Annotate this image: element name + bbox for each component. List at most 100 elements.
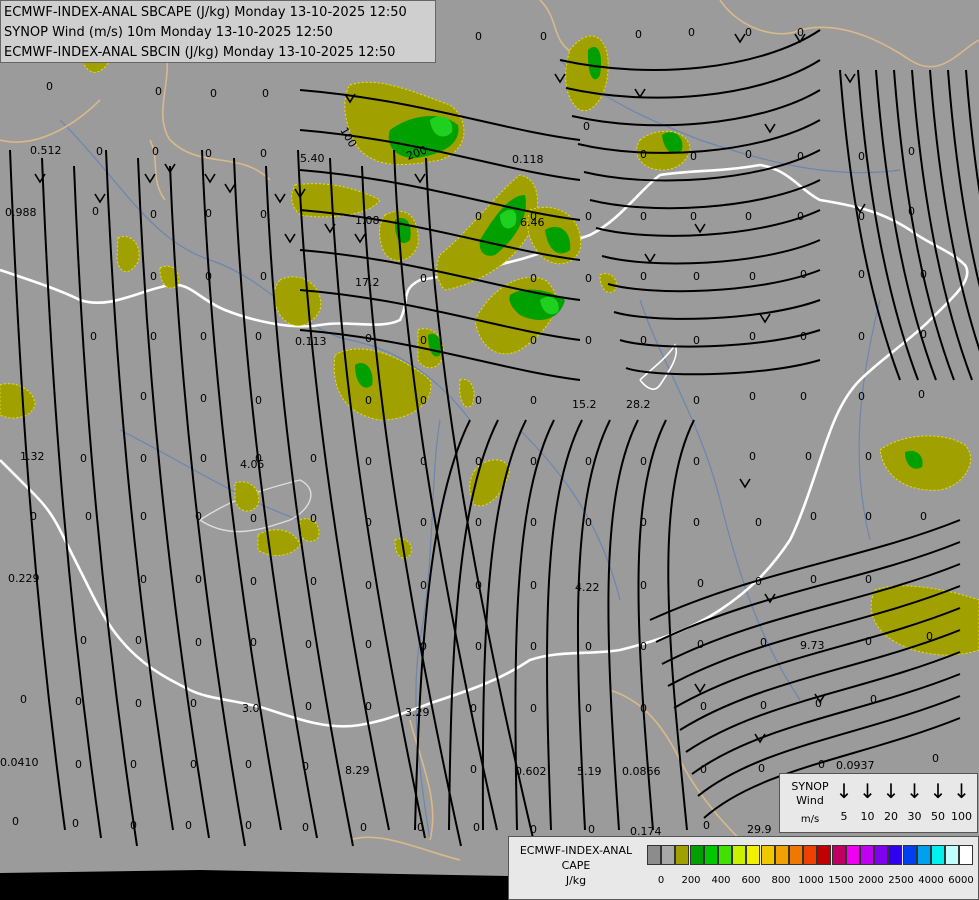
synop-legend-subtitle: Wind <box>796 794 824 807</box>
field-value-label: 0 <box>749 450 756 463</box>
field-value-label: 0 <box>640 455 647 468</box>
cape-color-swatch <box>661 845 676 865</box>
field-value-label: 0 <box>585 640 592 653</box>
cape-color-swatch <box>845 845 860 865</box>
field-value-label: 0 <box>140 452 147 465</box>
wind-speed-arrow-icon: ↓ <box>953 779 970 803</box>
cape-color-swatch <box>888 845 903 865</box>
cape-color-swatch <box>945 845 960 865</box>
field-value-label: 0 <box>200 392 207 405</box>
field-value-label: 0 <box>260 270 267 283</box>
field-value-label: 0 <box>195 636 202 649</box>
synop-legend-units: m/s <box>800 814 820 825</box>
field-value-label: 0 <box>365 638 372 651</box>
cape-color-swatch <box>860 845 874 865</box>
field-value-label: 0 <box>870 693 877 706</box>
field-value-label: 0 <box>72 817 79 830</box>
field-value-label: 0 <box>255 330 262 343</box>
field-value-label: 0 <box>760 636 767 649</box>
wind-speed-arrow-icon: ↓ <box>859 779 876 803</box>
cape-color-swatch <box>817 845 832 865</box>
field-value-label: 0 <box>858 150 865 163</box>
cape-color-swatch <box>703 845 718 865</box>
field-value-label: 0 <box>195 573 202 586</box>
field-value-label: 0 <box>530 823 537 836</box>
cape-tick-label: 800 <box>771 875 791 886</box>
field-value-label: 0 <box>585 455 592 468</box>
field-value-label: 0 <box>250 636 257 649</box>
field-value-label: 0 <box>700 700 707 713</box>
cape-color-swatch <box>874 845 889 865</box>
field-value-label: 0 <box>920 510 927 523</box>
field-value-label: 0 <box>530 702 537 715</box>
field-value-label: 0 <box>130 758 137 771</box>
cape-legend-source: ECMWF-INDEX-ANAL <box>519 844 633 857</box>
wind-speed-arrow-icon: ↓ <box>906 779 923 803</box>
field-value-label: 0 <box>640 334 647 347</box>
field-value-label: 0 <box>130 819 137 832</box>
field-value-label: 3.29 <box>405 706 430 719</box>
wind-speed-arrow-icon: ↓ <box>835 779 853 803</box>
field-value-label: 0 <box>210 87 217 100</box>
field-value-label: 0 <box>693 455 700 468</box>
field-value-label: 0 <box>302 760 309 773</box>
cape-color-swatch <box>803 845 818 865</box>
field-value-label: 0 <box>745 210 752 223</box>
field-value-label: 0.0866 <box>622 765 661 778</box>
cape-color-swatch <box>732 845 747 865</box>
field-value-label: 0 <box>92 205 99 218</box>
cape-tick-label: 1000 <box>798 875 824 886</box>
title-line-wind: SYNOP Wind (m/s) 10m Monday 13-10-2025 1… <box>4 25 333 40</box>
field-value-label: 0 <box>640 579 647 592</box>
field-value-label: 0 <box>815 697 822 710</box>
field-value-label: 0 <box>745 26 752 39</box>
field-value-label: 0 <box>417 821 424 834</box>
field-value-label: 0 <box>693 516 700 529</box>
field-value-label: 0 <box>749 270 756 283</box>
field-value-label: 0 <box>583 120 590 133</box>
field-value-label: 0 <box>805 450 812 463</box>
field-value-label: 0 <box>135 634 142 647</box>
field-value-label: 0 <box>473 821 480 834</box>
wind-speed-label: 10 <box>860 810 875 823</box>
field-value-label: 0 <box>190 697 197 710</box>
field-value-label: 0.229 <box>8 572 40 585</box>
cape-tick-label: 1500 <box>828 875 854 886</box>
field-value-label: 0 <box>30 510 37 523</box>
cape-tick-label: 6000 <box>948 875 974 886</box>
field-value-label: 0 <box>365 579 372 592</box>
cape-tick-label: 400 <box>711 875 731 886</box>
wind-speed-label: 5 <box>840 810 848 823</box>
cape-color-swatch <box>689 845 704 865</box>
synop-wind-legend: SYNOP Wind m/s ↓ 5 ↓ 10 ↓ 20 ↓ 30 ↓ 50 ↓ 100 <box>779 773 978 833</box>
field-value-label: 0 <box>245 758 252 771</box>
field-value-label: 0 <box>150 208 157 221</box>
field-value-label: 0 <box>75 695 82 708</box>
field-value-label: 0 <box>475 30 482 43</box>
field-value-label: 0 <box>420 640 427 653</box>
cape-tick-label: 2500 <box>888 875 914 886</box>
field-value-label: 0 <box>800 390 807 403</box>
map-title-box: ECMWF-INDEX-ANAL SBCAPE (J/kg) Monday 13… <box>0 0 436 63</box>
field-value-label: 0 <box>140 573 147 586</box>
field-value-label: 0 <box>365 516 372 529</box>
field-value-label: 0 <box>908 205 915 218</box>
field-value-label: 0 <box>640 702 647 715</box>
field-value-label: 0 <box>865 510 872 523</box>
field-value-label: 0 <box>475 455 482 468</box>
field-value-label: 0 <box>858 330 865 343</box>
field-value-label: 0 <box>152 145 159 158</box>
field-value-label: 0 <box>190 758 197 771</box>
wind-speed-label: 50 <box>931 810 945 823</box>
field-value-label: 0 <box>255 394 262 407</box>
field-value-label: 0 <box>365 700 372 713</box>
field-value-label: 0 <box>20 693 27 706</box>
field-value-label: 0 <box>200 452 207 465</box>
cape-color-swatch <box>831 845 846 865</box>
field-value-label: 0 <box>85 510 92 523</box>
field-value-label: 0 <box>797 150 804 163</box>
field-value-label: 0 <box>80 634 87 647</box>
cape-color-swatch <box>916 845 931 865</box>
field-value-label: 0 <box>690 150 697 163</box>
field-value-label: 3.0 <box>242 702 260 715</box>
